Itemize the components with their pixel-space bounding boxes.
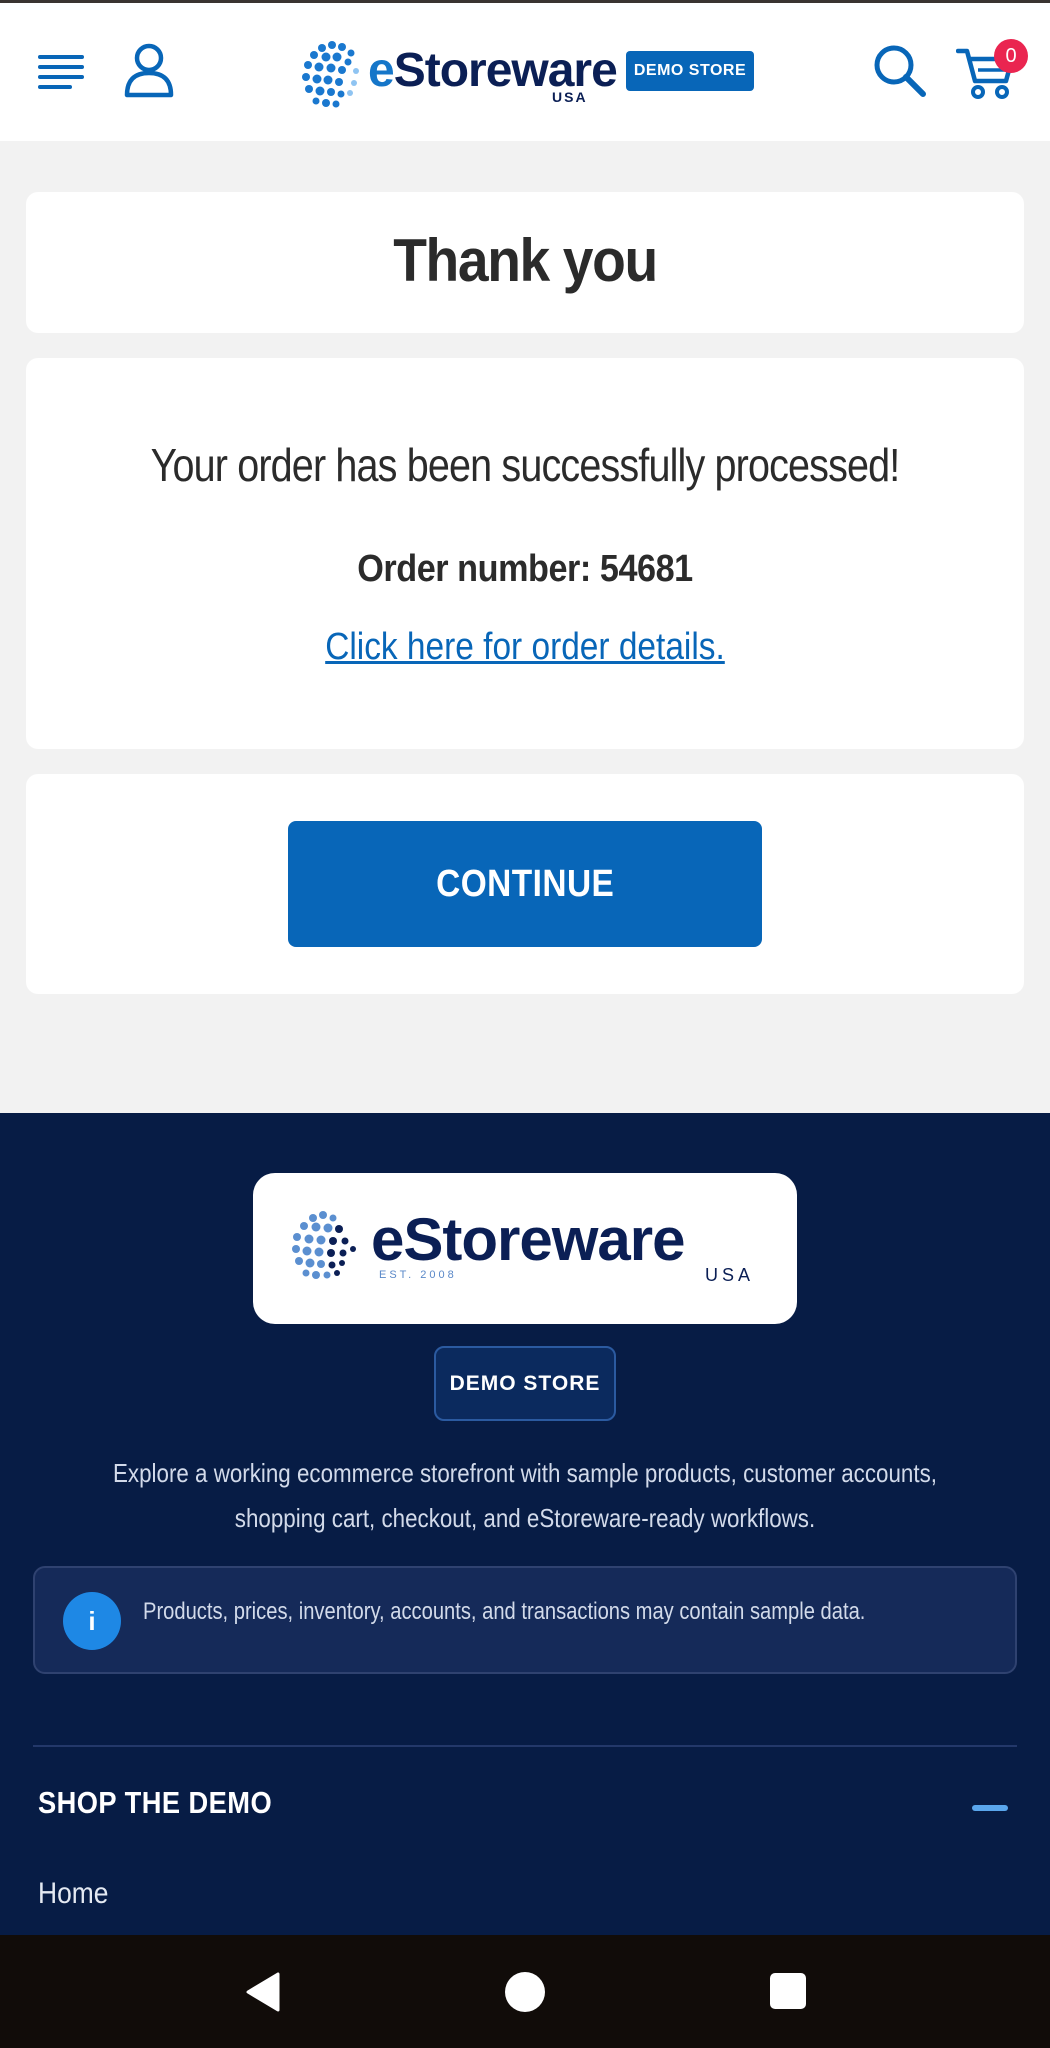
continue-button[interactable]: CONTINUE [288,821,762,947]
logo-sub: USA [552,89,588,105]
menu-icon-line [38,85,72,89]
notice-text: Products, prices, inventory, accounts, a… [143,1598,866,1625]
cart-count-badge: 0 [994,39,1028,73]
sample-data-notice: i Products, prices, inventory, accounts,… [33,1566,1017,1674]
thank-you-card: Thank you [26,192,1024,333]
demo-store-badge: DEMO STORE [626,51,754,91]
continue-card: CONTINUE [26,774,1024,994]
order-details-link[interactable]: Click here for order details. [86,626,964,669]
site-logo[interactable]: eStoreware USA DEMO STORE [296,31,756,115]
footer-divider [33,1745,1017,1747]
footer-logo-est: EST. 2008 [379,1269,457,1281]
system-nav-bar [0,1935,1050,2048]
menu-icon [38,55,84,59]
home-nav-icon[interactable] [505,1972,545,2012]
user-icon [124,43,174,98]
site-header: eStoreware USA DEMO STORE 0 [0,3,1050,141]
back-nav-icon[interactable] [244,1971,282,2013]
info-icon: i [63,1592,121,1650]
success-message: Your order has been successfully process… [150,439,901,491]
menu-icon-line [38,65,84,69]
search-icon [874,45,926,97]
footer-logo-wordmark: eStoreware [371,1206,686,1273]
site-footer: eStoreware EST. 2008 USA DEMO STORE Expl… [0,1113,1050,1935]
menu-button[interactable] [38,51,90,91]
footer-globe-logo-icon [292,1211,356,1279]
order-number: Order number: 54681 [357,548,693,590]
account-button[interactable] [122,41,176,99]
footer-logo[interactable]: eStoreware EST. 2008 USA [253,1173,797,1324]
footer-description-text: Explore a working ecommerce storefront w… [113,1458,937,1533]
continue-button-label: CONTINUE [435,862,615,905]
footer-link-home[interactable]: Home [38,1877,108,1911]
page: eStoreware USA DEMO STORE 0 Thank you Yo… [0,0,1050,2048]
shop-the-demo-heading[interactable]: SHOP THE DEMO [38,1785,272,1821]
footer-logo-sub: USA [705,1265,755,1285]
menu-icon-line [38,75,84,79]
footer-demo-store-badge: DEMO STORE [434,1346,616,1421]
recents-nav-icon[interactable] [770,1973,806,2009]
collapse-icon[interactable] [972,1805,1008,1811]
page-title: Thank you [393,227,658,294]
search-button[interactable] [872,43,928,99]
footer-description: Explore a working ecommerce storefront w… [40,1451,1010,1541]
globe-logo-icon [302,41,359,108]
order-confirmation-card: Your order has been successfully process… [26,358,1024,749]
